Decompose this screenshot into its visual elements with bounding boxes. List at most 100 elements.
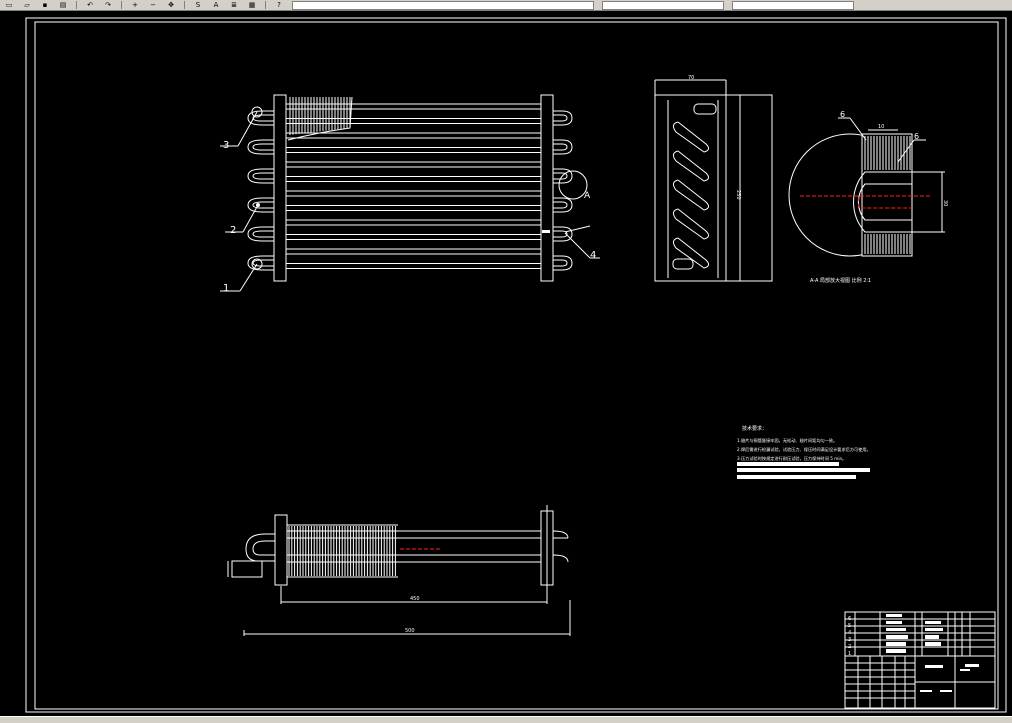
toolbar-separator [121,1,122,9]
detail-circle-a [558,170,588,200]
toolbar-separator [184,1,185,9]
linetype-combo[interactable] [602,0,724,10]
help-icon[interactable]: ? [272,1,286,9]
dim-side-top: 70 [688,75,694,81]
left-end-plate [273,94,287,282]
dim-overall-length: 500 [405,628,415,634]
save-icon[interactable]: ▪ [38,1,52,9]
lineweight-combo[interactable] [732,0,854,10]
title-block-fill [925,628,943,631]
top-view: 450 500 [227,505,571,636]
title-block: 6 5 4 3 2 1 [844,611,996,709]
note-2: 2.焊后需进行检漏试验，试验压力、保压时间满足设计要求后方可使用。 [737,446,871,453]
u-bend [247,168,274,184]
top-left-plate [274,514,288,586]
leader-label-3: 3 [223,140,229,151]
technical-notes: 技术要求： 1.翅片与铜管胀接牢固，无松动、翅片间距均匀一致。 2.焊后需进行检… [737,425,871,479]
drawing-sheet: A 3 2 1 4 70 250 30 10 6 6 A-A 局部放大视图 比例… [25,17,1007,713]
u-bend [553,197,573,213]
dim-small: 10 [878,124,884,130]
side-outline [654,94,773,282]
u-bend [553,259,568,267]
u-bend [252,230,274,238]
u-bend [553,110,573,126]
title-block-fill [920,690,932,692]
note-3: 3.压力试验时按规定进行耐压试验，压力保持时间 5 min。 [737,455,846,462]
pan-icon[interactable]: ✥ [164,1,178,9]
title-block-fill [965,664,979,667]
text-align-button[interactable]: A [209,1,223,9]
top-fin-hatch [288,526,396,576]
callout-6b: 6 [914,132,919,141]
tube-slot [672,179,710,211]
tube-slot [672,150,710,182]
title-block-fill [925,642,941,646]
leader-label-4: 4 [590,250,596,261]
u-bend [553,230,568,238]
zoom-out-icon[interactable]: − [146,1,160,9]
zoom-in-icon[interactable]: + [128,1,142,9]
tube-slot [672,208,710,240]
title-block-fill [925,635,939,639]
left-u-bends [247,110,274,271]
outer-border [25,17,1007,713]
callout-6a: 6 [840,110,845,119]
u-bend [247,226,274,242]
inner-border [34,21,999,710]
undo-icon[interactable]: ↶ [83,1,97,9]
bom-row-3: 3 [848,637,851,643]
u-bend [553,226,573,242]
u-bend [553,114,568,122]
u-bend [252,143,274,151]
text-style-button[interactable]: S [191,1,205,9]
bom-row-4: 4 [848,630,851,636]
bom-row-6: 6 [848,616,851,622]
layer-combo[interactable] [292,0,594,10]
properties-icon[interactable]: ▦ [245,1,259,9]
section-caption: A-A 局部放大视图 比例 2:1 [810,277,871,284]
title-block-fill [925,665,943,668]
u-bend [553,143,568,151]
dim-detail: 30 [942,200,948,206]
title-block-fill [940,690,952,692]
bom-row-2: 2 [848,644,851,650]
title-block-fill [925,621,941,624]
title-block-fill [886,628,906,631]
new-icon[interactable]: ▭ [2,1,16,9]
title-block-fill [886,635,908,639]
layers-icon[interactable]: ≣ [227,1,241,9]
open-icon[interactable]: ▱ [20,1,34,9]
cad-toolbar: ▭ ▱ ▪ ▤ ↶ ↷ + − ✥ S A ≣ ▦ ? [0,0,1012,11]
right-end-plate [540,94,554,282]
redo-icon[interactable]: ↷ [101,1,115,9]
dim-tube-length: 450 [410,596,420,602]
u-bend [252,172,274,180]
bom-row-5: 5 [848,623,851,629]
title-block-fill [886,621,902,624]
u-bend [553,139,573,155]
section-detail-view: 30 10 6 6 A-A 局部放大视图 比例 2:1 [788,110,948,284]
leader-label-2: 2 [230,225,236,236]
notes-title: 技术要求： [742,425,767,432]
u-bend [252,114,274,122]
toolbar-separator [76,1,77,9]
u-bend [247,197,274,213]
leader-label-1: 1 [223,283,229,294]
side-tube-slots [672,121,710,269]
title-block-fill [886,614,902,617]
u-bend [553,201,568,209]
drawing-canvas[interactable]: A 3 2 1 4 70 250 30 10 6 6 A-A 局部放大视图 比例… [0,11,1012,716]
tube-bundle [286,103,541,269]
front-view: A 3 2 1 4 [220,94,600,294]
print-icon[interactable]: ▤ [56,1,70,9]
title-block-fill [886,649,906,653]
tube-slot [672,121,710,153]
note-1: 1.翅片与铜管胀接牢固，无松动、翅片间距均匀一致。 [737,437,837,444]
detail-marker: A [584,191,591,201]
title-block-fill [960,669,970,671]
right-u-bends [553,110,573,271]
dim-side-right: 250 [735,190,741,200]
tube-slot [672,237,710,269]
bom-row-1: 1 [848,651,851,657]
u-bend [247,139,274,155]
